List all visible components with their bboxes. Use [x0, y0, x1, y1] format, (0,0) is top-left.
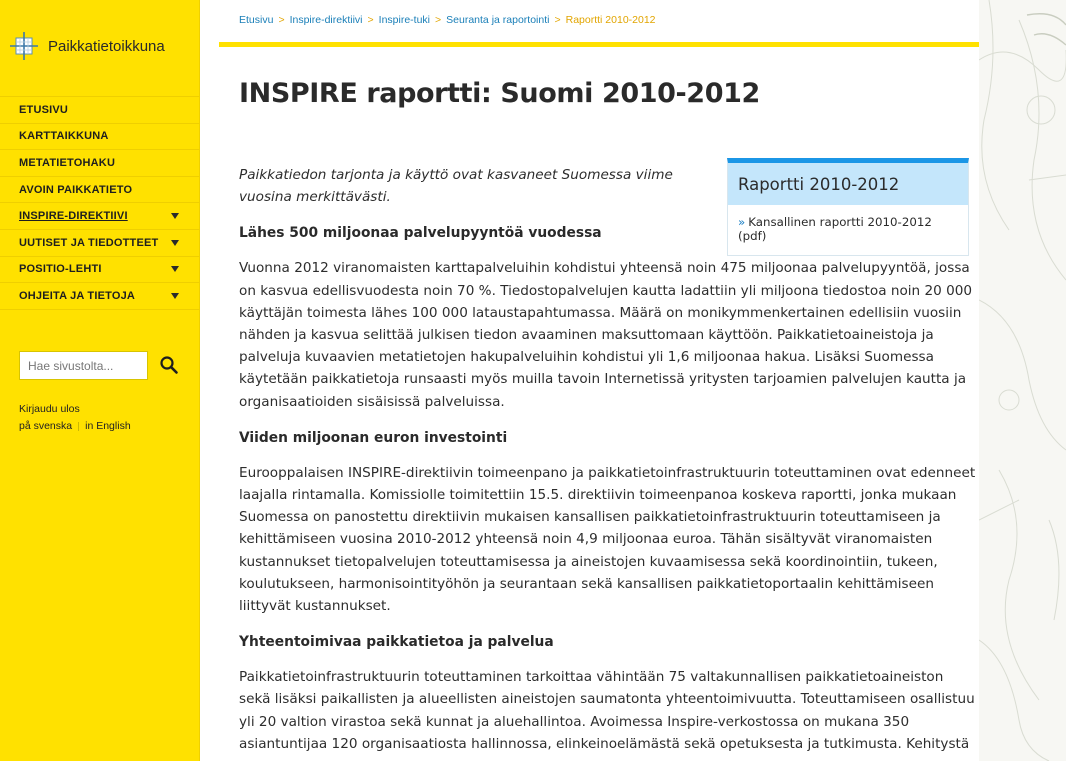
breadcrumb-item-inspire-direktiivi[interactable]: Inspire-direktiivi: [290, 14, 363, 26]
report-box-body: » Kansallinen raportti 2010-2012 (pdf): [728, 205, 968, 255]
section-text-investointi: Eurooppalaisen INSPIRE-direktiivin toime…: [239, 464, 976, 615]
nav-item-positio-lehti[interactable]: POSITIO-LEHTI: [0, 257, 199, 284]
crosshair-logo-icon: [10, 32, 38, 60]
page: Paikkatietoikkuna ETUSIVU KARTTAIKKUNA M…: [0, 0, 1066, 761]
section-text-yhteentoimivuus: Paikkatietoinfrastruktuurin toteuttamine…: [239, 669, 975, 752]
section-text-palvelupyynnot: Vuonna 2012 viranomaisten karttapalvelui…: [239, 260, 973, 410]
nav-item-label: METATIETOHAKU: [19, 156, 116, 169]
breadcrumb: Etusivu > Inspire-direktiivi > Inspire-tuki >…: [239, 14, 656, 26]
search-button[interactable]: [158, 355, 180, 377]
header-divider: [219, 42, 979, 47]
nav-item-uutiset-ja-tiedotteet[interactable]: UUTISET JA TIEDOTTEET: [0, 230, 199, 257]
brand-name: Paikkatietoikkuna: [48, 37, 165, 55]
breadcrumb-item-etusivu[interactable]: Etusivu: [239, 14, 273, 26]
nav-item-label: AVOIN PAIKKATIETO: [19, 183, 133, 196]
national-report-pdf-link[interactable]: Kansallinen raportti 2010-2012 (pdf): [738, 215, 932, 243]
nav-item-label: ETUSIVU: [19, 103, 69, 116]
report-box: Raportti 2010-2012 » Kansallinen raportti…: [727, 158, 969, 256]
link-separator: [78, 421, 80, 431]
nav-item-ohjeita-ja-tietoja[interactable]: OHJEITA JA TIETOJA: [0, 283, 199, 310]
language-english-link[interactable]: in English: [85, 420, 131, 432]
search-icon: [160, 355, 178, 374]
nav-item-label: KARTTAIKKUNA: [19, 130, 109, 143]
search-input[interactable]: [19, 351, 148, 380]
nav-item-etusivu[interactable]: ETUSIVU: [0, 97, 199, 124]
caret-down-icon[interactable]: [171, 292, 179, 299]
breadcrumb-item-current: Raportti 2010-2012: [565, 14, 656, 26]
section-heading-investointi: Viiden miljoonan euron investointi: [239, 429, 508, 446]
nav-item-metatietohaku[interactable]: METATIETOHAKU: [0, 150, 199, 177]
page-title: INSPIRE raportti: Suomi 2010-2012: [239, 78, 760, 109]
breadcrumb-item-seuranta-ja-raportointi[interactable]: Seuranta ja raportointi: [446, 14, 549, 26]
caret-down-icon[interactable]: [171, 213, 179, 220]
caret-down-icon[interactable]: [171, 266, 179, 273]
nav-item-avoin-paikkatieto[interactable]: AVOIN PAIKKATIETO: [0, 177, 199, 204]
nav-item-label: POSITIO-LEHTI: [19, 263, 102, 276]
caret-down-icon[interactable]: [171, 239, 179, 246]
logout-link[interactable]: Kirjaudu ulos: [19, 403, 80, 415]
breadcrumb-separator: >: [435, 14, 442, 26]
breadcrumb-separator: >: [554, 14, 561, 26]
bullet-icon: »: [738, 215, 746, 229]
nav-item-label: UUTISET JA TIEDOTTEET: [19, 236, 159, 249]
breadcrumb-item-inspire-tuki[interactable]: Inspire-tuki: [379, 14, 430, 26]
search-form: [19, 351, 180, 380]
main-content: Etusivu > Inspire-direktiivi > Inspire-tuki >…: [219, 0, 979, 761]
language-swedish-link[interactable]: på svenska: [19, 420, 72, 432]
nav-item-label: INSPIRE-DIREKTIIVI: [19, 210, 128, 223]
account-links: Kirjaudu ulos på svenska in English: [19, 401, 131, 435]
sidebar: Paikkatietoikkuna ETUSIVU KARTTAIKKUNA M…: [0, 0, 200, 761]
nav-item-label: OHJEITA JA TIETOJA: [19, 289, 136, 302]
background-map-decoration: [978, 0, 1066, 761]
nav-item-inspire-direktiivi[interactable]: INSPIRE-DIREKTIIVI: [0, 203, 199, 230]
main-nav: ETUSIVU KARTTAIKKUNA METATIETOHAKU AVOIN…: [0, 96, 199, 310]
breadcrumb-separator: >: [278, 14, 285, 26]
article-intro: Paikkatiedon tarjonta ja käyttö ovat kas…: [239, 167, 673, 206]
brand[interactable]: Paikkatietoikkuna: [10, 32, 165, 60]
nav-item-karttaikkuna[interactable]: KARTTAIKKUNA: [0, 124, 199, 151]
section-heading-yhteentoimivuus: Yhteentoimivaa paikkatietoa ja palvelua: [239, 634, 554, 651]
breadcrumb-separator: >: [367, 14, 374, 26]
report-box-title: Raportti 2010-2012: [728, 163, 968, 205]
